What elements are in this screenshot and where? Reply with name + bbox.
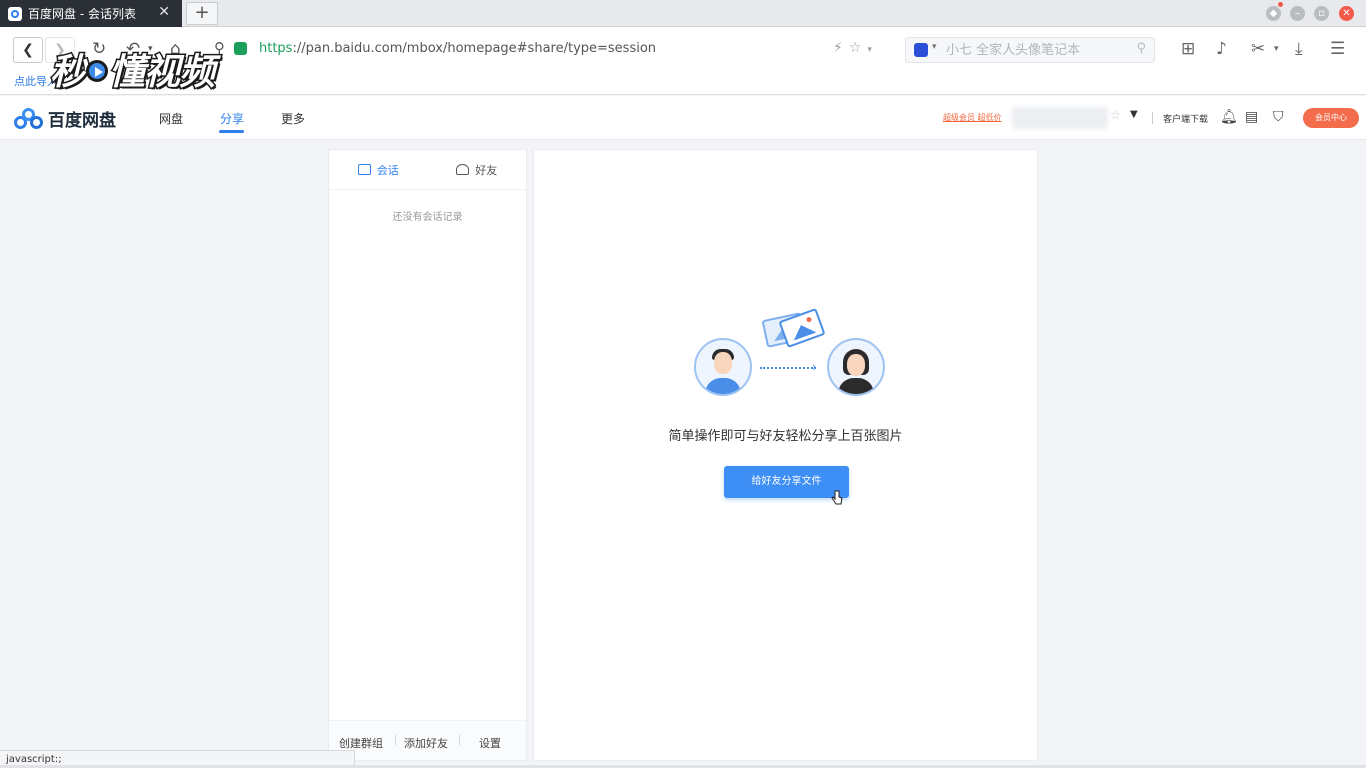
user-dropdown-icon[interactable]: ▼: [1130, 109, 1138, 120]
back-button[interactable]: ❮: [13, 37, 43, 63]
add-friend-button[interactable]: 添加好友: [404, 735, 448, 751]
sessions-tabs: 会话 好友: [329, 150, 526, 190]
client-download-link[interactable]: 客户端下载: [1163, 112, 1208, 125]
cloud-logo-icon: [14, 107, 44, 130]
super-vip-link[interactable]: 超级会员 超低价: [943, 112, 1002, 123]
address-actions[interactable]: ⚡☆▾: [833, 40, 878, 56]
female-avatar-icon: [827, 338, 885, 396]
create-group-button[interactable]: 创建群组: [339, 735, 383, 751]
browser-tab-strip: 百度网盘 - 会话列表 ✕ + ◆ – ▫ ✕: [0, 0, 1366, 27]
vip-level-icon: ☆: [1110, 108, 1121, 122]
download-icon[interactable]: ⤓: [1295, 39, 1303, 59]
tab-friends[interactable]: 好友: [428, 150, 527, 189]
maximize-icon[interactable]: ▫: [1314, 6, 1329, 21]
male-avatar-icon: [694, 338, 752, 396]
apps-icon[interactable]: ⊞: [1181, 39, 1195, 59]
chat-icon: [357, 164, 371, 175]
shirt-icon[interactable]: ⛉: [1273, 109, 1284, 125]
screenshot-dropdown-icon[interactable]: ▾: [1274, 44, 1279, 54]
skin-icon[interactable]: ◆: [1266, 6, 1281, 21]
notification-dot: [1278, 2, 1283, 7]
share-tagline: 简单操作即可与好友轻松分享上百张图片: [668, 429, 903, 444]
screenshot-icon[interactable]: ✂: [1251, 39, 1265, 59]
nav-netdisk[interactable]: 网盘: [159, 110, 183, 127]
browser-tab-active[interactable]: 百度网盘 - 会话列表 ✕: [0, 0, 182, 27]
baidu-pan-favicon-icon: [8, 6, 22, 21]
empty-sessions-note: 还没有会话记录: [392, 212, 463, 223]
search-icon[interactable]: ⚲: [1136, 41, 1146, 56]
arrow-head-icon: ›: [812, 360, 817, 374]
sessions-footer: 创建群组 添加好友 设置: [329, 720, 526, 760]
search-input[interactable]: [946, 39, 1126, 61]
clipboard-icon[interactable]: ▤: [1245, 109, 1258, 125]
search-box[interactable]: ▾ ⚲: [905, 37, 1155, 63]
photos-icon: [761, 308, 826, 350]
sound-icon[interactable]: ♪: [1216, 39, 1227, 59]
footer-divider: [395, 735, 396, 745]
friends-icon: [456, 164, 470, 175]
footer-divider: [459, 735, 460, 745]
logo-text: 百度网盘: [48, 111, 116, 131]
settings-button[interactable]: 设置: [479, 735, 501, 751]
nav-active-underline: [219, 130, 244, 133]
hand-cursor-icon: [831, 490, 843, 505]
username-blurred[interactable]: [1012, 107, 1108, 129]
tab-sessions[interactable]: 会话: [329, 150, 428, 189]
minimize-icon[interactable]: –: [1290, 6, 1305, 21]
vip-center-button[interactable]: 会员中心: [1303, 108, 1359, 128]
transfer-arrow-icon: [760, 367, 816, 369]
search-engine-dropdown-icon[interactable]: ▾: [932, 42, 937, 52]
url-path: ://pan.baidu.com/mbox/homepage#share/typ…: [292, 41, 657, 56]
tab-sessions-label: 会话: [376, 163, 399, 177]
share-main-panel: › 简单操作即可与好友轻松分享上百张图片 给好友分享文件: [533, 149, 1038, 761]
star-icon: ☆: [848, 40, 868, 56]
security-icon[interactable]: ⚲: [214, 39, 225, 57]
nav-more[interactable]: 更多: [281, 110, 305, 127]
sessions-panel: 会话 好友 还没有会话记录 创建群组 添加好友 设置: [328, 149, 527, 761]
tab-friends-label: 好友: [475, 163, 498, 177]
header-divider: [1152, 112, 1153, 124]
bell-icon[interactable]: 🔔︎: [1220, 109, 1238, 125]
dropdown-icon: ▾: [867, 45, 878, 55]
lock-icon[interactable]: [234, 42, 247, 55]
new-tab-button[interactable]: +: [186, 2, 218, 25]
menu-icon[interactable]: ☰: [1330, 39, 1345, 59]
baidu-pan-logo[interactable]: 百度网盘: [14, 106, 116, 131]
nav-share[interactable]: 分享: [220, 110, 244, 127]
window-close-icon[interactable]: ✕: [1339, 6, 1354, 21]
address-bar[interactable]: https://pan.baidu.com/mbox/homepage#shar…: [259, 41, 656, 56]
url-scheme: https: [259, 41, 293, 56]
tab-title: 百度网盘 - 会话列表: [28, 7, 136, 21]
video-watermark: 秒懂视频: [48, 51, 216, 95]
baidu-paw-icon[interactable]: [914, 43, 928, 57]
tab-close-icon[interactable]: ✕: [158, 4, 170, 20]
lightning-icon: ⚡: [833, 40, 849, 56]
site-header: 百度网盘 网盘 分享 更多 超级会员 超低价 ☆ ▼ 客户端下载 🔔︎ ▤ ⛉ …: [0, 96, 1366, 140]
